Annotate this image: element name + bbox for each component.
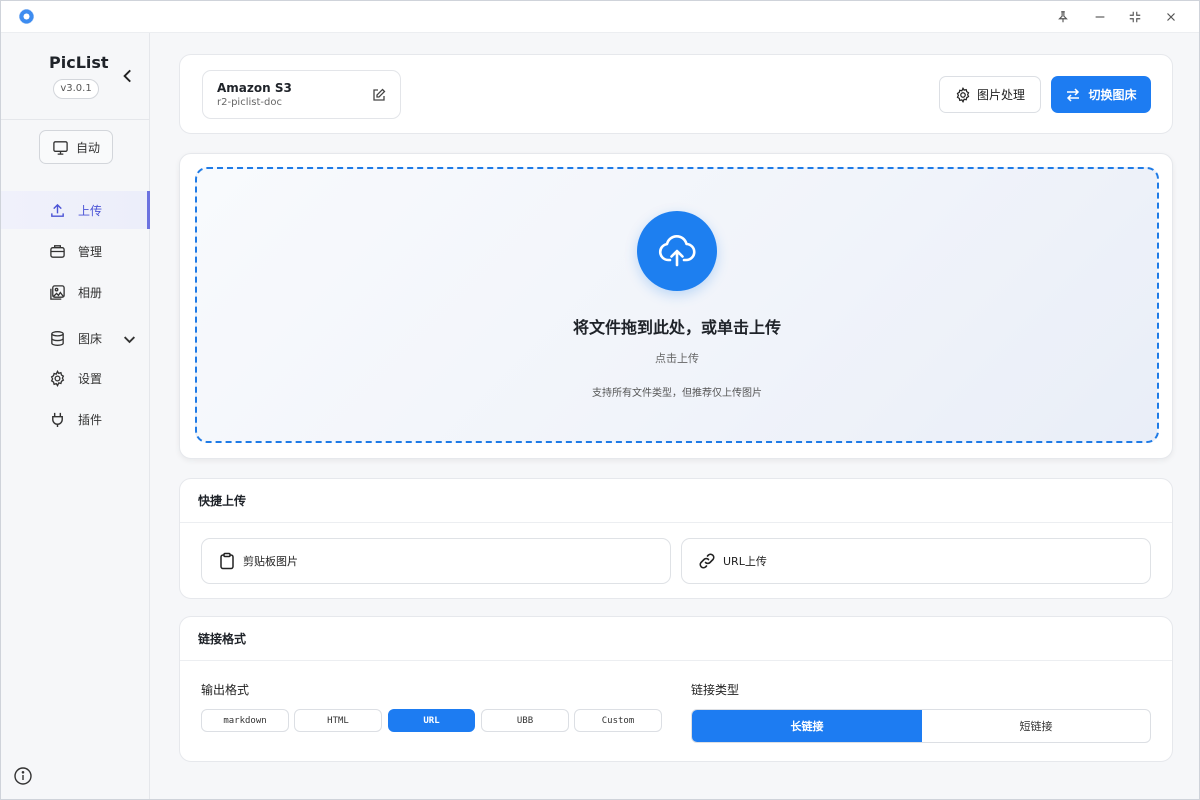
briefcase-icon: [50, 244, 65, 258]
image-process-button[interactable]: 图片处理: [939, 76, 1041, 113]
upload-dropzone[interactable]: 将文件拖到此处，或单击上传 点击上传 支持所有文件类型，但推荐仅上传图片: [195, 167, 1159, 443]
upload-card: 将文件拖到此处，或单击上传 点击上传 支持所有文件类型，但推荐仅上传图片: [179, 153, 1173, 459]
close-icon[interactable]: [1158, 5, 1184, 29]
dropzone-subtitle: 点击上传: [655, 352, 699, 365]
link-type-long[interactable]: 长链接: [692, 710, 922, 742]
minimize-icon[interactable]: [1087, 5, 1113, 29]
sidebar-item-gallery[interactable]: 相册: [1, 273, 150, 311]
chevron-down-icon: [123, 336, 136, 344]
info-icon[interactable]: [13, 766, 33, 786]
image-process-label: 图片处理: [976, 88, 1025, 102]
version-badge: v3.0.1: [53, 79, 99, 99]
sidebar-item-label: 相册: [78, 285, 103, 300]
url-upload-button[interactable]: URL上传: [681, 538, 1151, 584]
app-window: PicList v3.0.1 自动 上传 管理 相册 图床 设置 插件 Amaz…: [0, 0, 1200, 800]
sidebar-item-settings[interactable]: 设置: [1, 359, 150, 397]
gear-icon: [956, 86, 970, 103]
sidebar: PicList v3.0.1 自动 上传 管理 相册 图床 设置 插件: [1, 33, 150, 799]
quick-upload-card: 快捷上传 剪贴板图片 URL上传: [179, 478, 1173, 599]
upload-cloud-icon: [637, 211, 717, 291]
sidebar-divider: [1, 119, 150, 120]
sidebar-item-label: 上传: [78, 203, 103, 218]
app-name: PicList: [49, 53, 109, 72]
restore-icon[interactable]: [1122, 5, 1148, 29]
dropzone-title: 将文件拖到此处，或单击上传: [572, 318, 781, 337]
theme-mode-label: 自动: [76, 140, 101, 155]
sidebar-item-label: 图床: [78, 331, 103, 346]
link-type-segmented-control: 长链接 短链接: [691, 709, 1151, 743]
upload-icon: [51, 203, 64, 217]
title-bar: [1, 1, 1199, 33]
active-indicator: [147, 191, 150, 229]
picbed-header-card: Amazon S3 r2-piclist-doc 图片处理 切换图床: [179, 54, 1173, 134]
sidebar-item-picbed[interactable]: 图床: [1, 319, 150, 357]
clipboard-icon: [220, 552, 234, 570]
app-logo-icon: [19, 9, 34, 24]
section-divider: [180, 660, 1172, 661]
section-title: 链接格式: [198, 632, 247, 646]
link-icon: [699, 553, 715, 569]
swap-icon: [1067, 87, 1080, 102]
sidebar-item-manage[interactable]: 管理: [1, 232, 150, 270]
link-type-label: 链接类型: [691, 683, 740, 697]
section-divider: [180, 522, 1172, 523]
database-icon: [51, 330, 64, 346]
format-option-url[interactable]: URL: [388, 709, 475, 732]
format-option-html[interactable]: HTML: [294, 709, 382, 732]
url-upload-label: URL上传: [723, 555, 767, 568]
sidebar-item-label: 插件: [78, 412, 103, 427]
format-option-custom[interactable]: Custom: [574, 709, 662, 732]
switch-picbed-button[interactable]: 切换图床: [1051, 76, 1151, 113]
picbed-name: Amazon S3: [217, 81, 292, 95]
clipboard-upload-button[interactable]: 剪贴板图片: [201, 538, 671, 584]
gear-icon: [50, 369, 65, 387]
dropzone-hint: 支持所有文件类型，但推荐仅上传图片: [592, 388, 762, 399]
theme-mode-button[interactable]: 自动: [39, 130, 113, 164]
sidebar-item-label: 管理: [78, 244, 103, 259]
link-format-card: 链接格式 输出格式 markdown HTML URL UBB Custom 链…: [179, 616, 1173, 762]
collapse-sidebar-icon[interactable]: [119, 67, 137, 85]
output-format-label: 输出格式: [201, 683, 250, 697]
sidebar-item-upload[interactable]: 上传: [1, 191, 150, 229]
pin-icon[interactable]: [1050, 5, 1076, 29]
picbed-config-name: r2-piclist-doc: [217, 97, 282, 108]
switch-picbed-label: 切换图床: [1088, 88, 1137, 102]
edit-icon[interactable]: [371, 87, 387, 103]
monitor-icon: [53, 140, 68, 155]
format-option-ubb[interactable]: UBB: [481, 709, 569, 732]
link-type-short[interactable]: 短链接: [922, 710, 1150, 742]
sidebar-item-plugins[interactable]: 插件: [1, 400, 150, 438]
section-title: 快捷上传: [198, 494, 247, 508]
gallery-icon: [50, 284, 65, 300]
clipboard-upload-label: 剪贴板图片: [243, 555, 298, 568]
sidebar-item-label: 设置: [78, 371, 103, 386]
format-option-markdown[interactable]: markdown: [201, 709, 289, 732]
plug-icon: [52, 412, 63, 427]
current-picbed[interactable]: Amazon S3 r2-piclist-doc: [202, 70, 401, 119]
